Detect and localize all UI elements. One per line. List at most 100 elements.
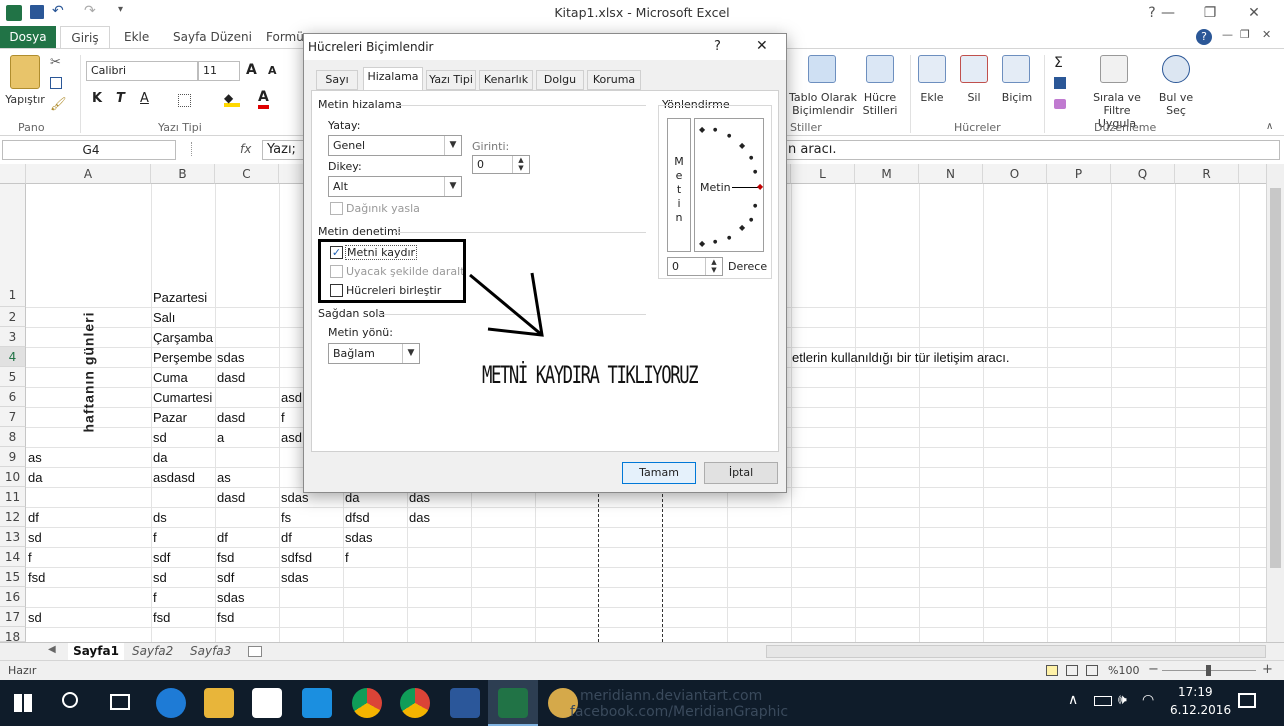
- cell-b9[interactable]: da: [153, 450, 167, 465]
- zoom-level[interactable]: %100: [1108, 664, 1139, 677]
- find-select-label[interactable]: Bul ve Seç: [1154, 91, 1198, 117]
- collapse-ribbon-icon[interactable]: ∧: [1266, 121, 1273, 132]
- select-all-corner[interactable]: [0, 164, 26, 184]
- delete-cells-label[interactable]: Sil: [958, 91, 990, 104]
- cell-b16[interactable]: f: [153, 590, 157, 605]
- cell-c4[interactable]: sdas: [217, 350, 244, 365]
- cell-d13[interactable]: df: [281, 530, 292, 545]
- vertical-text-toggle[interactable]: M e t i n: [667, 118, 691, 252]
- bold-button[interactable]: K: [92, 91, 102, 106]
- cell-b1[interactable]: Pazartesi: [153, 290, 207, 305]
- store-icon[interactable]: [252, 688, 282, 718]
- cell-styles-icon[interactable]: [866, 55, 894, 83]
- row-header-15[interactable]: 15: [0, 567, 26, 587]
- page-layout-view-icon[interactable]: [1066, 665, 1078, 676]
- cell-c7[interactable]: dasd: [217, 410, 245, 425]
- cell-d7[interactable]: f: [281, 410, 285, 425]
- find-select-icon[interactable]: [1162, 55, 1190, 83]
- row-header-1[interactable]: 1: [0, 184, 26, 307]
- tab-insert[interactable]: Ekle: [124, 26, 149, 48]
- cell-b14[interactable]: sdf: [153, 550, 170, 565]
- cell-c17[interactable]: fsd: [217, 610, 234, 625]
- file-explorer-icon[interactable]: [204, 688, 234, 718]
- tab-border[interactable]: Kenarlık: [479, 70, 533, 90]
- excel-icon[interactable]: [498, 688, 528, 718]
- row-header-4[interactable]: 4: [0, 347, 26, 367]
- cell-l4[interactable]: etlerin kullanıldığı bir tür iletişim ar…: [792, 350, 1009, 365]
- tab-home[interactable]: Giriş: [60, 26, 110, 48]
- font-color-icon[interactable]: A: [258, 89, 269, 109]
- ok-button[interactable]: Tamam: [622, 462, 696, 484]
- name-box[interactable]: G4: [2, 140, 176, 160]
- italic-button[interactable]: T: [116, 91, 125, 106]
- distributed-checkbox[interactable]: [330, 202, 343, 215]
- row-header-3[interactable]: 3: [0, 327, 26, 347]
- word-icon[interactable]: [450, 688, 480, 718]
- row-header-7[interactable]: 7: [0, 407, 26, 427]
- merged-cell-a1[interactable]: haftanın günleri: [81, 311, 97, 434]
- sheet-tab-2[interactable]: Sayfa2: [132, 643, 173, 660]
- column-header-p[interactable]: P: [1047, 164, 1111, 184]
- font-name-select[interactable]: Calibri: [86, 61, 198, 81]
- dialog-close-button[interactable]: ✕: [756, 38, 768, 54]
- edge-icon[interactable]: [156, 688, 186, 718]
- insert-cells-label[interactable]: Ekle: [914, 91, 950, 104]
- vertical-scrollbar[interactable]: [1266, 164, 1284, 642]
- font-size-select[interactable]: 11: [198, 61, 240, 81]
- chrome-icon[interactable]: [352, 688, 382, 718]
- zoom-out-button[interactable]: −: [1148, 662, 1159, 677]
- sort-filter-icon[interactable]: [1100, 55, 1128, 83]
- row-header-6[interactable]: 6: [0, 387, 26, 407]
- task-view-icon[interactable]: [110, 694, 130, 710]
- paste-icon[interactable]: [10, 55, 40, 89]
- format-painter-icon[interactable]: 🖌: [50, 97, 67, 112]
- underline-button[interactable]: A: [140, 91, 149, 106]
- close-button[interactable]: ✕: [1234, 2, 1274, 24]
- fill-icon[interactable]: [1054, 77, 1066, 89]
- chrome-icon-2[interactable]: [400, 688, 430, 718]
- format-cells-label[interactable]: Biçim: [996, 91, 1038, 104]
- cell-d6[interactable]: asd: [281, 390, 302, 405]
- normal-view-icon[interactable]: [1046, 665, 1058, 676]
- cell-e13[interactable]: sdas: [345, 530, 372, 545]
- row-header-8[interactable]: 8: [0, 427, 26, 447]
- page-break-view-icon[interactable]: [1086, 665, 1098, 676]
- cell-c11[interactable]: dasd: [217, 490, 245, 505]
- cell-styles-label[interactable]: Hücre Stilleri: [856, 91, 904, 117]
- cell-c13[interactable]: df: [217, 530, 228, 545]
- cell-a10[interactable]: da: [28, 470, 42, 485]
- volume-icon[interactable]: 🕪: [1118, 692, 1127, 708]
- cell-c5[interactable]: dasd: [217, 370, 245, 385]
- tray-chevron-icon[interactable]: ∧: [1068, 692, 1078, 708]
- fill-color-icon[interactable]: ◆: [224, 91, 240, 107]
- tab-font[interactable]: Yazı Tipi: [426, 70, 476, 90]
- cell-a14[interactable]: f: [28, 550, 32, 565]
- close-workbook-icon[interactable]: ✕: [1262, 28, 1271, 41]
- cell-b5[interactable]: Cuma: [153, 370, 188, 385]
- format-as-table-label[interactable]: Tablo Olarak Biçimlendir: [788, 91, 858, 117]
- cancel-entry-icon[interactable]: [182, 142, 192, 156]
- row-header-5[interactable]: 5: [0, 367, 26, 387]
- delete-cells-icon[interactable]: [960, 55, 988, 83]
- cell-c8[interactable]: a: [217, 430, 224, 445]
- minimize-ribbon-icon[interactable]: —: [1222, 28, 1233, 41]
- shrink-font-icon[interactable]: A: [268, 64, 277, 77]
- sheet-tab-3[interactable]: Sayfa3: [190, 643, 231, 660]
- autosum-icon[interactable]: Σ: [1054, 55, 1063, 71]
- sheet-tab-1[interactable]: Sayfa1: [68, 643, 124, 660]
- cell-b12[interactable]: ds: [153, 510, 167, 525]
- restore-button[interactable]: ❐: [1190, 2, 1230, 24]
- cell-b8[interactable]: sd: [153, 430, 167, 445]
- row-header-10[interactable]: 10: [0, 467, 26, 487]
- row-header-2[interactable]: 2: [0, 307, 26, 327]
- copy-icon[interactable]: [50, 77, 62, 89]
- cell-b4[interactable]: Perşembe: [153, 350, 215, 365]
- clear-icon[interactable]: [1054, 99, 1066, 109]
- column-header-o[interactable]: O: [983, 164, 1047, 184]
- row-header-16[interactable]: 16: [0, 587, 26, 607]
- column-header-n[interactable]: N: [919, 164, 983, 184]
- row-header-14[interactable]: 14: [0, 547, 26, 567]
- insert-function-icon[interactable]: fx: [240, 142, 251, 156]
- row-header-9[interactable]: 9: [0, 447, 26, 467]
- cell-b15[interactable]: sd: [153, 570, 167, 585]
